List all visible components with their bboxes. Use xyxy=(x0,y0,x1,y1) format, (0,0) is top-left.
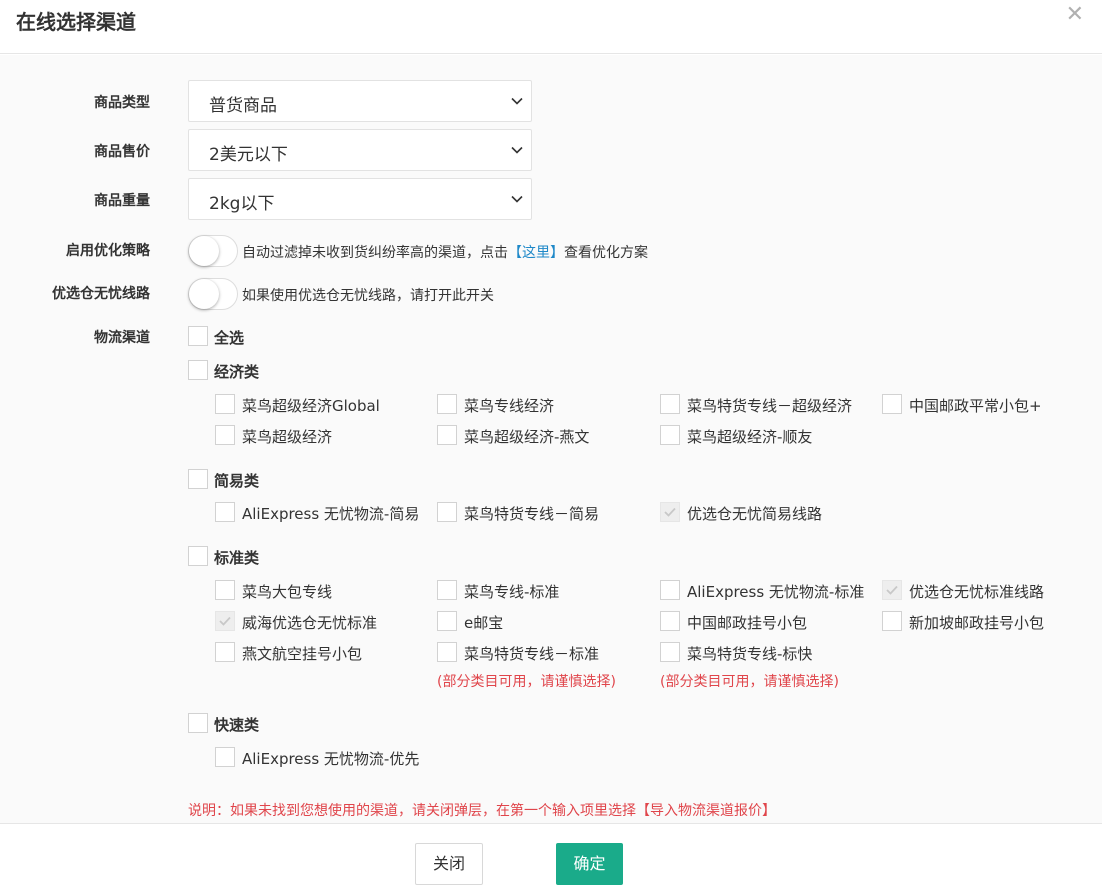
group-label-fast: 快速类 xyxy=(214,716,260,734)
channel-label: 中国邮政平常小包+ xyxy=(909,397,1042,415)
channel-label: 菜鸟超级经济-顺友 xyxy=(687,428,813,446)
dialog-footer xyxy=(0,823,1102,895)
dialog-title: 在线选择渠道 xyxy=(16,10,136,34)
preferred-description: 如果使用优选仓无忧线路，请打开此开关 xyxy=(242,288,494,304)
select-all-label: 全选 xyxy=(214,329,245,347)
channel-checkbox[interactable] xyxy=(437,502,457,522)
product-type-value: 普货商品 xyxy=(209,96,277,116)
channel-checkbox[interactable] xyxy=(660,394,680,414)
channel-label: 菜鸟专线-标准 xyxy=(464,583,560,601)
channel-label: 菜鸟特货专线－标准 xyxy=(464,645,600,663)
channel-checkbox[interactable] xyxy=(882,394,902,414)
channel-label: 菜鸟特货专线－简易 xyxy=(464,505,600,523)
channel-checkbox-checked[interactable] xyxy=(215,611,235,631)
channel-checkbox-checked[interactable] xyxy=(660,502,680,522)
channel-checkbox[interactable] xyxy=(660,611,680,631)
group-label-standard: 标准类 xyxy=(214,549,260,567)
group-checkbox-simple[interactable] xyxy=(188,469,208,489)
group-checkbox-economy[interactable] xyxy=(188,360,208,380)
channel-checkbox[interactable] xyxy=(660,580,680,600)
optimize-description: 自动过滤掉未收到货纠纷率高的渠道，点击【这里】查看优化方案 xyxy=(242,242,648,262)
preferred-toggle[interactable] xyxy=(188,278,238,310)
check-icon xyxy=(886,585,898,595)
channel-label: 菜鸟专线经济 xyxy=(464,397,555,415)
product-type-label: 商品类型 xyxy=(94,95,150,111)
optimize-text: 自动过滤掉未收到货纠纷率高的渠道，点击 xyxy=(242,245,508,261)
channel-label: 菜鸟超级经济-燕文 xyxy=(464,428,590,446)
optimize-toggle[interactable] xyxy=(188,235,238,267)
channel-label: 菜鸟特货专线-标快 xyxy=(687,645,813,663)
channel-checkbox[interactable] xyxy=(215,502,235,522)
group-label-economy: 经济类 xyxy=(214,363,260,381)
channel-checkbox[interactable] xyxy=(660,642,680,662)
channel-label: AliExpress 无忧物流-优先 xyxy=(242,750,420,768)
channel-checkbox[interactable] xyxy=(437,611,457,631)
channel-checkbox-checked[interactable] xyxy=(882,580,902,600)
channel-label: AliExpress 无忧物流-标准 xyxy=(687,583,865,601)
channel-checkbox[interactable] xyxy=(437,580,457,600)
product-price-label: 商品售价 xyxy=(94,144,150,160)
channel-label: 菜鸟超级经济 xyxy=(242,428,333,446)
channel-label: 优选仓无忧简易线路 xyxy=(687,505,823,523)
toggle-knob xyxy=(189,279,219,309)
product-type-select[interactable]: 普货商品 xyxy=(188,80,532,122)
product-price-value: 2美元以下 xyxy=(209,145,288,165)
product-weight-label: 商品重量 xyxy=(94,193,150,209)
chevron-down-icon xyxy=(511,195,523,203)
group-label-simple: 简易类 xyxy=(214,472,260,490)
close-button[interactable]: 关闭 xyxy=(415,843,483,885)
channel-checkbox[interactable] xyxy=(215,425,235,445)
warning-text: (部分类目可用，请谨慎选择) xyxy=(660,674,839,690)
product-weight-value: 2kg以下 xyxy=(209,194,275,214)
confirm-button[interactable]: 确定 xyxy=(556,843,623,885)
channel-checkbox[interactable] xyxy=(215,394,235,414)
check-icon xyxy=(664,507,676,517)
help-note: 说明：如果未找到您想使用的渠道，请关闭弹层，在第一个输入项里选择【导入物流渠道报… xyxy=(188,803,776,819)
select-all-checkbox[interactable] xyxy=(188,326,208,346)
channel-label: AliExpress 无忧物流-简易 xyxy=(242,505,420,523)
channel-checkbox[interactable] xyxy=(437,642,457,662)
channel-checkbox[interactable] xyxy=(215,747,235,767)
channel-label: 优选仓无忧标准线路 xyxy=(909,583,1045,601)
close-icon[interactable]: ✕ xyxy=(1066,2,1084,27)
toggle-knob xyxy=(189,236,219,266)
channel-checkbox[interactable] xyxy=(660,425,680,445)
optimize-text-after: 查看优化方案 xyxy=(564,245,648,261)
optimize-link[interactable]: 【这里】 xyxy=(508,245,564,261)
channel-checkbox[interactable] xyxy=(215,580,235,600)
warning-text: (部分类目可用，请谨慎选择) xyxy=(437,674,616,690)
channel-label: 新加坡邮政挂号小包 xyxy=(909,614,1045,632)
channel-checkbox[interactable] xyxy=(215,642,235,662)
product-weight-select[interactable]: 2kg以下 xyxy=(188,178,532,220)
channel-label: 威海优选仓无忧标准 xyxy=(242,614,378,632)
preferred-label: 优选仓无忧线路 xyxy=(52,286,150,302)
group-checkbox-fast[interactable] xyxy=(188,713,208,733)
channel-checkbox[interactable] xyxy=(437,425,457,445)
channel-label: 菜鸟大包专线 xyxy=(242,583,333,601)
product-price-select[interactable]: 2美元以下 xyxy=(188,129,532,171)
channel-checkbox[interactable] xyxy=(882,611,902,631)
channel-checkbox[interactable] xyxy=(437,394,457,414)
channels-label: 物流渠道 xyxy=(94,330,150,346)
channel-label: 菜鸟特货专线－超级经济 xyxy=(687,397,853,415)
optimize-label: 启用优化策略 xyxy=(66,243,150,259)
channel-label: e邮宝 xyxy=(464,614,504,632)
dialog-header: 在线选择渠道 ✕ xyxy=(0,0,1102,54)
check-icon xyxy=(219,616,231,626)
group-checkbox-standard[interactable] xyxy=(188,546,208,566)
channel-label: 燕文航空挂号小包 xyxy=(242,645,363,663)
channel-label: 菜鸟超级经济Global xyxy=(242,397,380,415)
channel-label: 中国邮政挂号小包 xyxy=(687,614,808,632)
chevron-down-icon xyxy=(511,97,523,105)
chevron-down-icon xyxy=(511,146,523,154)
